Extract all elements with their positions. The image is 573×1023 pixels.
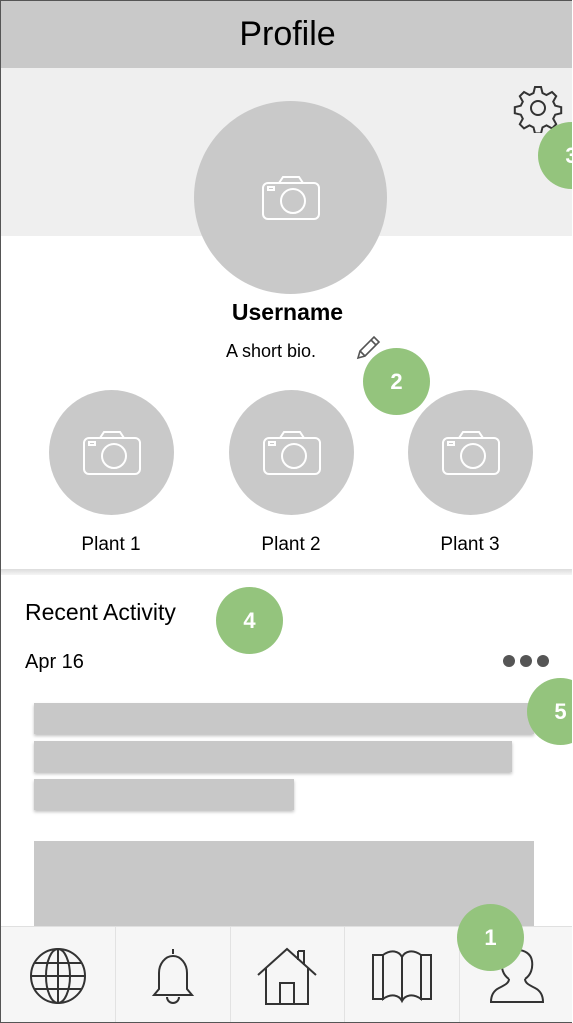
camera-icon	[441, 430, 500, 475]
section-divider	[1, 569, 572, 575]
activity-date: Apr 16	[25, 651, 84, 673]
home-icon	[257, 947, 318, 1005]
bio-text: A short bio.	[226, 341, 317, 361]
plant-3-image[interactable]	[408, 390, 533, 515]
phone-frame: Profile Username A short bio. Plant 1 Pl…	[0, 0, 572, 1023]
nav-explore[interactable]	[1, 927, 116, 1022]
activity-image-placeholder	[34, 841, 534, 931]
book-icon	[372, 950, 433, 1004]
plant-3-label[interactable]: Plant 3	[400, 534, 540, 556]
nav-library[interactable]	[345, 927, 461, 1022]
annotation-badge-2: 2	[363, 348, 430, 415]
annotation-badge-5: 5	[527, 678, 572, 745]
camera-icon	[262, 430, 321, 475]
globe-icon	[29, 948, 86, 1004]
plant-1-label[interactable]: Plant 1	[41, 534, 181, 556]
plant-1-image[interactable]	[49, 390, 174, 515]
annotation-badge-4: 4	[216, 587, 283, 654]
recent-activity-heading: Recent Activity	[25, 599, 176, 625]
plant-2-image[interactable]	[229, 390, 354, 515]
camera-icon	[82, 430, 141, 475]
activity-text-placeholder	[34, 779, 294, 810]
activity-text-placeholder	[34, 703, 534, 734]
page-title: Profile	[239, 15, 336, 53]
more-options-icon[interactable]	[503, 655, 559, 669]
nav-notifications[interactable]	[116, 927, 231, 1022]
profile-avatar[interactable]	[194, 101, 387, 294]
bell-icon	[151, 949, 194, 1004]
title-bar: Profile	[1, 1, 572, 68]
camera-icon	[261, 175, 320, 220]
activity-text-placeholder	[34, 741, 512, 772]
username: Username	[231, 299, 344, 325]
plant-2-label[interactable]: Plant 2	[221, 534, 361, 556]
annotation-badge-1: 1	[457, 904, 524, 971]
nav-home[interactable]	[231, 927, 346, 1022]
